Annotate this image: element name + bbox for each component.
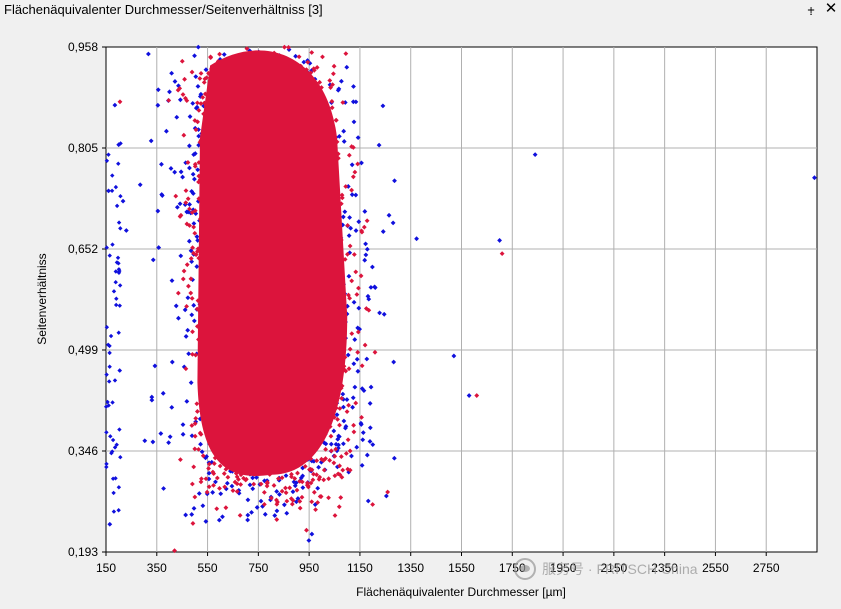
watermark: 服务号 · FRITSCH China [514, 558, 698, 580]
watermark-text: 服务号 · FRITSCH China [542, 561, 698, 577]
y-tick-label: 0,346 [68, 444, 98, 458]
y-tick-label: 0,193 [68, 545, 98, 559]
close-icon[interactable]: ✕ [823, 1, 839, 17]
x-tick-label: 550 [198, 561, 218, 575]
chart-area: 150 350 550 750 950 1150 1350 1550 1750 1950 2150 2… [0, 20, 836, 604]
x-axis-label: Flächenäquivalenter Durchmesser [µm] [356, 585, 566, 599]
y-tick-label: 0,805 [68, 141, 98, 155]
scatter-chart: 150 350 550 750 950 1150 1350 1550 1750 1950 2150 2… [35, 40, 818, 599]
x-tick-label: 1150 [347, 561, 373, 575]
dense-point-cloud [197, 50, 348, 476]
x-tick-label: 950 [299, 561, 319, 575]
x-tick-label: 2550 [702, 561, 729, 575]
x-tick-label: 2750 [753, 561, 780, 575]
y-tick-label: 0,499 [68, 343, 98, 357]
x-tick-label: 750 [248, 561, 268, 575]
wechat-icon [514, 558, 536, 580]
x-tick-label: 1550 [448, 561, 475, 575]
x-tick-label: 150 [96, 561, 116, 575]
y-tick-label: 0,652 [68, 242, 98, 256]
y-tick-labels: 0,958 0,805 0,652 0,499 0,346 0,193 [68, 40, 98, 559]
y-tick-label: 0,958 [68, 40, 98, 54]
window-titlebar: Flächenäquivalenter Durchmesser/Seitenve… [0, 0, 841, 20]
pin-icon[interactable]: ⨥ [803, 1, 819, 17]
window-title: Flächenäquivalenter Durchmesser/Seitenve… [4, 2, 323, 17]
y-axis-label: Seitenverhältniss [35, 253, 49, 344]
x-tick-label: 350 [147, 561, 167, 575]
x-tick-label: 1350 [397, 561, 424, 575]
